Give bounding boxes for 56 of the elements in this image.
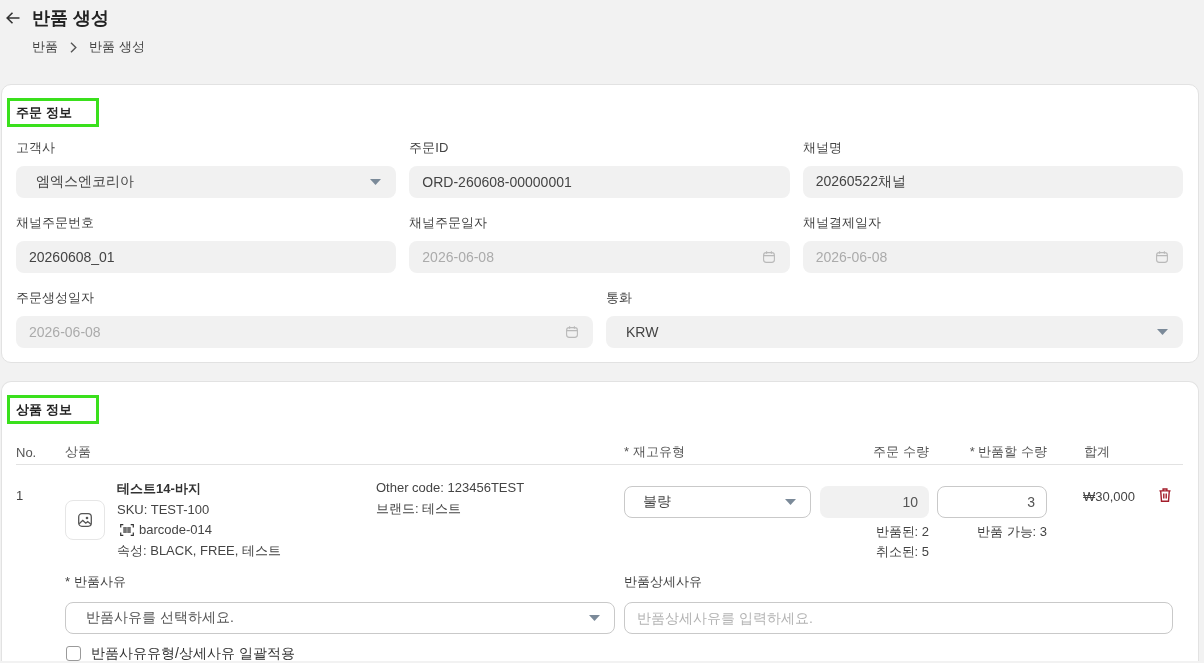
attributes-text: 속성: BLACK, FREE, 테스트 (117, 541, 282, 560)
select-field[interactable]: 엠엑스엔코리아 (16, 166, 397, 198)
field-label: 채널명 (802, 139, 843, 157)
left-arrow-icon[interactable] (6, 12, 20, 24)
trash-icon[interactable] (1159, 488, 1171, 502)
calendar-icon (566, 326, 578, 338)
total-amount: ₩30,000 (1081, 488, 1136, 506)
caret-down-icon (785, 499, 796, 505)
other-code-text: Other code: 123456TEST (376, 479, 526, 497)
product-name: 테스트14-바지 (117, 480, 202, 498)
chevron-right-icon (70, 41, 77, 53)
text-field[interactable]: 20260608_01 (16, 241, 397, 273)
text-field[interactable]: ORD-260608-00000001 (409, 166, 790, 198)
row-number: 1 (16, 487, 25, 505)
column-header: No. (16, 444, 38, 460)
column-header: 상품 (65, 443, 92, 461)
field-label: 통화 (606, 289, 633, 307)
order-quantity-field: 10 (820, 486, 929, 518)
column-header: * 반품할 수량 (968, 443, 1047, 461)
column-header: * 재고유형 (624, 443, 686, 461)
calendar-icon (762, 251, 775, 263)
field-label: 채널주문번호 (16, 214, 95, 232)
field-label: 채널주문일자 (409, 214, 489, 232)
stock-type-select[interactable]: 불량 (624, 486, 811, 518)
return-quantity-input[interactable]: 3 (937, 486, 1047, 518)
calendar-icon (1156, 251, 1168, 263)
section-title: 상품 정보 (7, 395, 99, 424)
section-title: 주문 정보 (7, 98, 99, 127)
checkbox-label: 반품사유유형/상세사유 일괄적용 (91, 645, 295, 661)
page-title: 반품 생성 (32, 7, 109, 30)
column-header: 합계 (1083, 443, 1111, 461)
cancelled-count: 취소된: 5 (875, 543, 929, 561)
checkbox[interactable] (66, 645, 81, 661)
reason-select[interactable]: 반품사유를 선택하세요. (65, 602, 615, 634)
caret-down-icon (589, 615, 600, 621)
breadcrumb-current: 반품 생성 (89, 38, 145, 56)
sku-text: SKU: TEST-100 (117, 500, 211, 519)
field-label: * 반품사유 (65, 573, 127, 591)
image-icon (78, 513, 92, 527)
column-header: 주문 수량 (872, 443, 930, 461)
field-label: 채널결제일자 (802, 214, 882, 232)
text-input[interactable]: 반품상세사유를 입력하세요. (624, 602, 1173, 634)
returnable-count: 반품 가능: 3 (976, 523, 1047, 541)
caret-down-icon (1157, 329, 1168, 335)
barcode-icon (120, 524, 134, 537)
text-field[interactable]: 20260522채널 (802, 166, 1183, 198)
field-label: 고객사 (16, 139, 56, 157)
brand-text: 브랜드: 테스트 (376, 499, 463, 518)
select-field[interactable]: KRW (606, 316, 1183, 348)
field-label: 반품상세사유 (624, 573, 703, 591)
field-label: 주문생성일자 (16, 289, 95, 307)
returned-count: 반품된: 2 (875, 523, 929, 541)
field-label: 주문ID (409, 139, 450, 157)
caret-down-icon (370, 179, 382, 185)
breadcrumb-link[interactable]: 반품 (32, 37, 58, 57)
barcode-text: barcode-014 (139, 521, 212, 539)
